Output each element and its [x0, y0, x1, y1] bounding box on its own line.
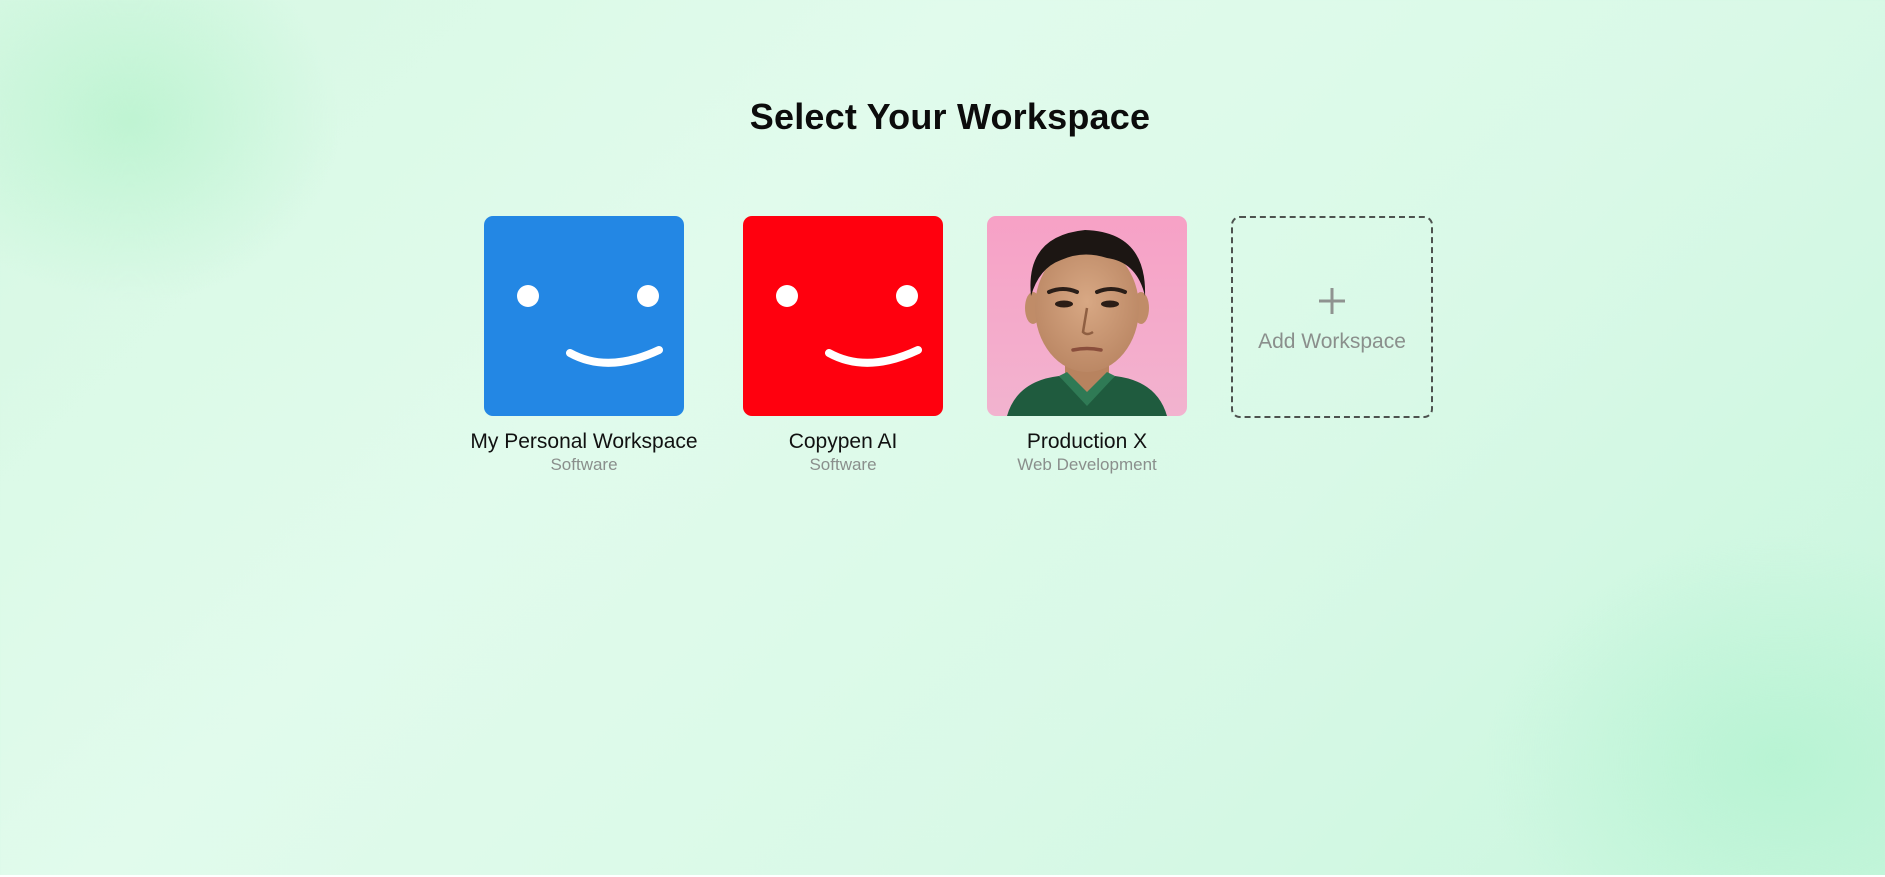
workspace-avatar[interactable]: [484, 216, 684, 416]
workspace-type: Software: [809, 455, 877, 474]
add-workspace-button[interactable]: Add Workspace: [1231, 216, 1433, 418]
workspace-card-copypen-ai[interactable]: Copypen AI Software: [713, 216, 973, 476]
page-title: Select Your Workspace: [749, 96, 1151, 137]
add-workspace-label: Add Workspace: [1258, 330, 1406, 353]
workspace-avatar[interactable]: [987, 216, 1187, 416]
smiley-face-icon: [484, 216, 684, 416]
profile-photo: [987, 216, 1187, 416]
avatar-left-eye: [517, 285, 539, 307]
workspace-name[interactable]: Production X: [957, 430, 1217, 454]
workspace-name[interactable]: Copypen AI: [713, 430, 973, 454]
workspace-avatar[interactable]: [743, 216, 943, 416]
avatar-background: [484, 216, 684, 416]
workspace-card-my-personal[interactable]: My Personal Workspace Software: [454, 216, 714, 476]
workspace-type: Web Development: [1017, 455, 1157, 474]
smiley-face-icon: [743, 216, 943, 416]
workspace-card-production-x[interactable]: Production X Web Development: [957, 216, 1217, 476]
plus-icon: [1319, 288, 1345, 314]
workspace-name[interactable]: My Personal Workspace: [454, 430, 714, 454]
avatar-right-eye: [637, 285, 659, 307]
avatar-background: [743, 216, 943, 416]
workspace-type: Software: [550, 455, 618, 474]
avatar-left-eye: [776, 285, 798, 307]
avatar-right-eye: [896, 285, 918, 307]
